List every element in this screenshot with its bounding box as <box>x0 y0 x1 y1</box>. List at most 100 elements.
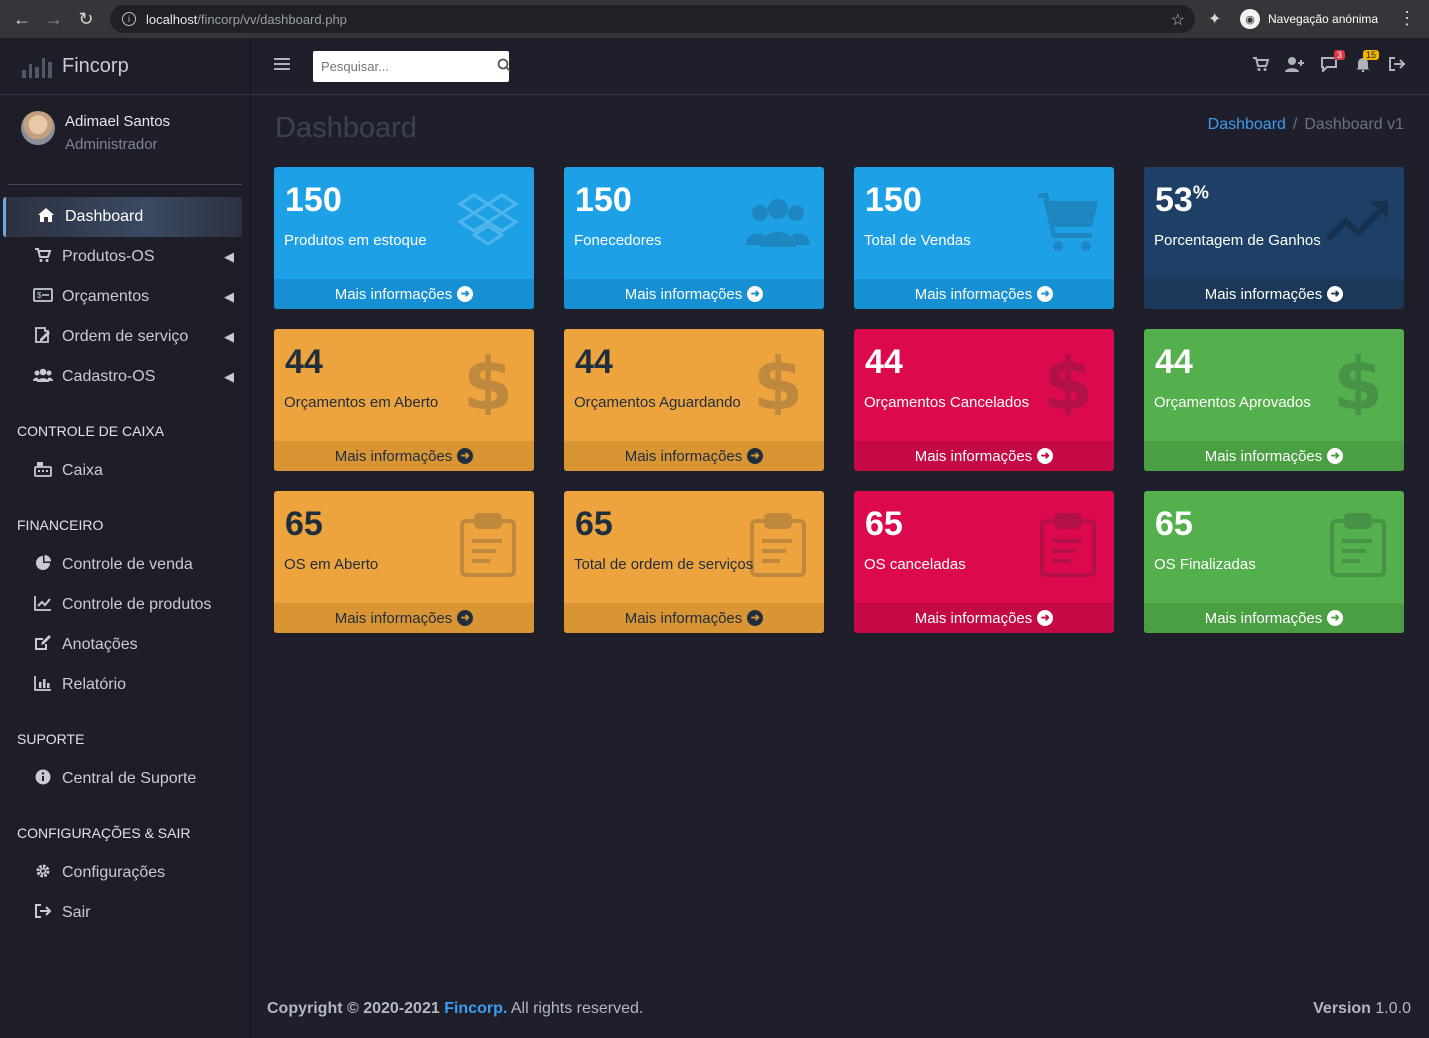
more-info-link[interactable]: Mais informações ➜ <box>854 441 1114 471</box>
avatar[interactable] <box>21 111 55 145</box>
more-info-label: Mais informações <box>1204 447 1323 465</box>
more-info-link[interactable]: Mais informações ➜ <box>274 279 534 309</box>
sidebar-section-header: FINANCEIRO <box>17 517 104 533</box>
sidebar-item-label: Controle de venda <box>62 556 193 573</box>
breadcrumb-link-dashboard[interactable]: Dashboard <box>1208 116 1286 133</box>
sidebar-item-configuracoes[interactable]: Configurações <box>0 853 250 893</box>
user-name[interactable]: Adimael Santos <box>65 113 170 130</box>
stat-label: Total de ordem de serviços <box>574 556 754 573</box>
arrow-circle-right-icon: ➜ <box>1037 448 1054 464</box>
add-user-icon[interactable] <box>1285 56 1305 76</box>
chevron-left-icon[interactable]: ◀ <box>224 289 234 305</box>
more-info-label: Mais informações <box>914 447 1033 465</box>
stat-card: 150 Produtos em estoque Mais informações… <box>274 167 534 309</box>
search-icon[interactable] <box>497 58 511 75</box>
sidebar-item-ordem-de-servico[interactable]: Ordem de serviço ◀ <box>0 317 250 357</box>
stat-value: 44 <box>865 343 903 381</box>
chevron-left-icon[interactable]: ◀ <box>224 369 234 385</box>
stat-label: Total de Vendas <box>864 232 971 249</box>
sidebar-item-label: Produtos-OS <box>62 248 155 265</box>
sign-out-icon[interactable] <box>1387 56 1407 76</box>
cart-icon[interactable] <box>1251 56 1271 76</box>
clipboard-icon <box>1036 513 1100 577</box>
stat-card: 53% Porcentagem de Ganhos Mais informaçõ… <box>1144 167 1404 309</box>
sidebar-item-label: Relatório <box>62 676 127 693</box>
sidebar-item-orcamentos[interactable]: $ Orçamentos ◀ <box>0 277 250 317</box>
stat-card: 65 OS canceladas Mais informações ➜ <box>854 491 1114 633</box>
browser-menu-icon[interactable]: ⋮ <box>1398 8 1416 29</box>
extensions-icon[interactable]: ✦ <box>1208 9 1221 29</box>
trend-up-icon <box>1325 189 1390 253</box>
stat-value: 53% <box>1155 181 1209 219</box>
more-info-link[interactable]: Mais informações ➜ <box>854 603 1114 633</box>
cash-register-icon <box>33 461 53 481</box>
arrow-circle-right-icon: ➜ <box>457 448 474 464</box>
sidebar-item-relatorio[interactable]: Relatório <box>0 665 250 705</box>
stat-label: OS em Aberto <box>284 556 379 573</box>
footer-company-link[interactable]: Fincorp. <box>444 1000 507 1017</box>
svg-text:$: $ <box>1333 351 1383 415</box>
page-title: Dashboard <box>275 112 417 144</box>
user-panel[interactable]: Adimael Santos Administrador <box>8 95 242 185</box>
search-input[interactable] <box>313 51 497 82</box>
chevron-left-icon[interactable]: ◀ <box>224 249 234 265</box>
more-info-link[interactable]: Mais informações ➜ <box>1144 279 1404 309</box>
bookmark-star-icon[interactable]: ☆ <box>1171 10 1185 30</box>
home-icon <box>36 207 56 227</box>
sidebar-item-produtos-os[interactable]: Produtos-OS ◀ <box>0 237 250 277</box>
sidebar: Fincorp Adimael Santos Administrador Das… <box>0 38 251 1038</box>
more-info-label: Mais informações <box>334 285 453 303</box>
menu-toggle-icon[interactable] <box>274 58 290 73</box>
bar-chart-icon <box>33 675 53 695</box>
more-info-link[interactable]: Mais informações ➜ <box>564 603 824 633</box>
sidebar-item-label: Anotações <box>62 636 138 653</box>
more-info-link[interactable]: Mais informações ➜ <box>274 603 534 633</box>
more-info-link[interactable]: Mais informações ➜ <box>1144 603 1404 633</box>
edit-doc-icon <box>33 327 53 347</box>
sidebar-item-label: Central de Suporte <box>62 770 197 787</box>
reload-icon[interactable]: ↻ <box>70 0 102 38</box>
incognito-indicator[interactable]: ◉ Navegação anónima <box>1236 6 1393 32</box>
messages-icon[interactable]: 3 <box>1319 50 1345 76</box>
dropbox-icon <box>456 189 520 253</box>
stat-label: Orçamentos Cancelados <box>864 394 1030 411</box>
url-host: localhost <box>146 11 198 27</box>
footer-rights: All rights reserved. <box>510 1000 644 1017</box>
more-info-label: Mais informações <box>624 447 743 465</box>
stat-label: Fonecedores <box>574 232 662 249</box>
sidebar-item-label: Ordem de serviço <box>62 328 189 345</box>
incognito-label: Navegação anónima <box>1268 12 1379 26</box>
stat-value: 150 <box>575 181 632 219</box>
version-number: 1.0.0 <box>1375 1000 1411 1017</box>
more-info-label: Mais informações <box>624 285 743 303</box>
info-icon[interactable]: i <box>122 12 136 26</box>
clipboard-icon <box>456 513 520 577</box>
more-info-link[interactable]: Mais informações ➜ <box>274 441 534 471</box>
arrow-circle-right-icon: ➜ <box>747 286 764 302</box>
sidebar-item-controle-de-produtos[interactable]: Controle de produtos <box>0 585 250 625</box>
sidebar-item-cadastro-os[interactable]: Cadastro-OS ◀ <box>0 357 250 397</box>
more-info-link[interactable]: Mais informações ➜ <box>1144 441 1404 471</box>
money-icon: $ <box>33 288 53 306</box>
brand-link[interactable]: Fincorp <box>0 38 250 95</box>
sidebar-item-caixa[interactable]: Caixa <box>0 451 250 491</box>
sidebar-menu: Dashboard Produtos-OS ◀ $ Orçamentos ◀ O… <box>0 185 250 933</box>
stat-card: 65 Total de ordem de serviços Mais infor… <box>564 491 824 633</box>
more-info-link[interactable]: Mais informações ➜ <box>854 279 1114 309</box>
back-icon[interactable]: ← <box>6 0 38 38</box>
sidebar-item-sair[interactable]: Sair <box>0 893 250 933</box>
address-bar[interactable]: i localhost/fincorp/vv/dashboard.php ☆ <box>110 5 1195 33</box>
breadcrumb: Dashboard / Dashboard v1 <box>1208 116 1404 134</box>
forward-icon[interactable]: → <box>38 0 70 38</box>
stat-value: 150 <box>865 181 922 219</box>
sidebar-item-label: Orçamentos <box>62 288 150 305</box>
dollar-icon: $ <box>746 342 810 426</box>
sidebar-item-controle-de-venda[interactable]: Controle de venda <box>0 545 250 585</box>
notifications-bell-icon[interactable]: 15 <box>1353 50 1379 76</box>
more-info-link[interactable]: Mais informações ➜ <box>564 441 824 471</box>
chevron-left-icon[interactable]: ◀ <box>224 329 234 345</box>
sidebar-item-dashboard[interactable]: Dashboard <box>3 197 242 237</box>
more-info-link[interactable]: Mais informações ➜ <box>564 279 824 309</box>
sidebar-item-anotacoes[interactable]: Anotações <box>0 625 250 665</box>
sidebar-item-central-de-suporte[interactable]: Central de Suporte <box>0 759 250 799</box>
